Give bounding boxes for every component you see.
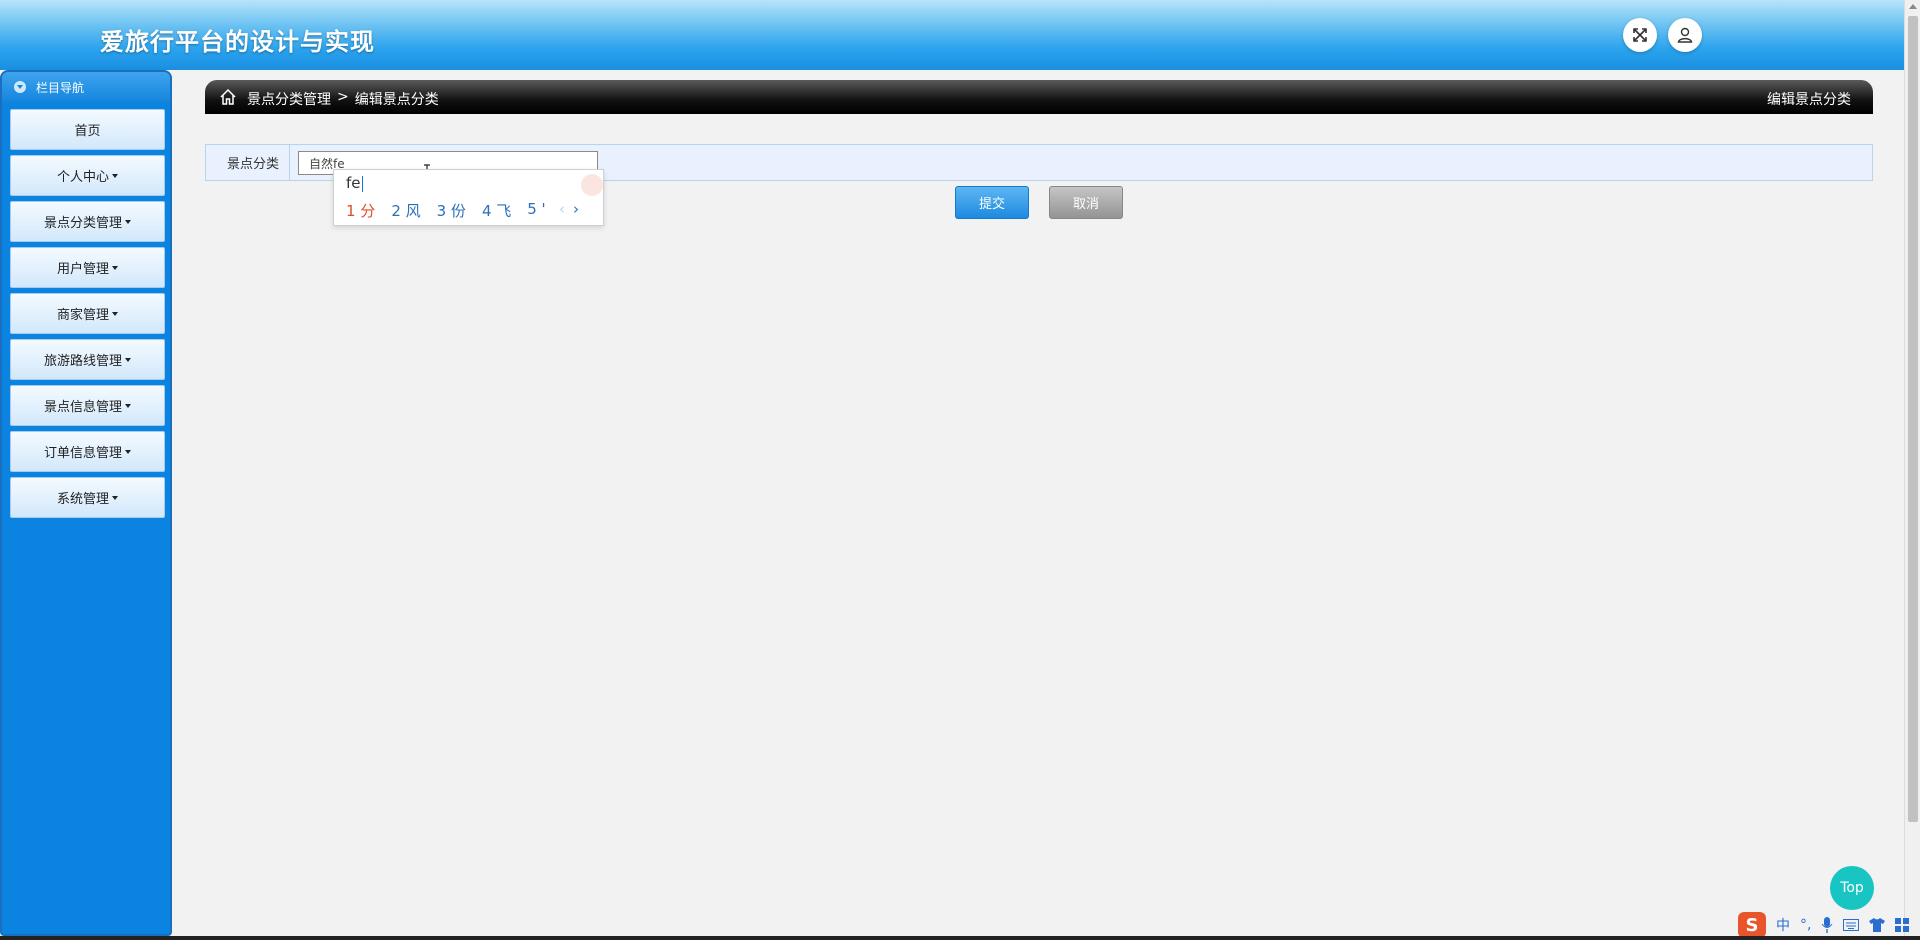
sidebar-heading-label: 栏目导航 bbox=[36, 80, 85, 95]
scrollbar-thumb[interactable] bbox=[1908, 16, 1918, 822]
sidebar-item-label: 商家管理 bbox=[56, 308, 109, 323]
home-icon[interactable] bbox=[219, 88, 237, 106]
caret-down-icon bbox=[112, 495, 118, 500]
sogou-logo-icon[interactable]: S bbox=[1738, 912, 1766, 938]
window-bottom-edge bbox=[0, 936, 1920, 940]
back-to-top-button[interactable]: Top bbox=[1830, 866, 1874, 910]
user-icon bbox=[1677, 27, 1693, 43]
fullscreen-button[interactable] bbox=[1623, 18, 1657, 52]
grid-icon[interactable] bbox=[1895, 918, 1910, 932]
breadcrumb-section[interactable]: 景点分类管理 bbox=[247, 89, 331, 109]
sidebar-item-label: 景点信息管理 bbox=[43, 400, 122, 415]
caret-down-icon bbox=[112, 265, 118, 270]
ime-candidate-popup: fe 1 分 2 风 3 份 4 飞 5 ' ‹ › bbox=[333, 169, 604, 226]
caret-down-icon bbox=[125, 357, 131, 362]
expand-arrows-icon bbox=[1633, 28, 1647, 42]
microphone-icon[interactable] bbox=[1821, 917, 1833, 933]
ime-candidate[interactable]: 2 风 bbox=[391, 200, 420, 221]
sidebar-item-personal-center[interactable]: 个人中心 bbox=[10, 155, 165, 196]
breadcrumb: 景点分类管理 > 编辑景点分类 编辑景点分类 bbox=[205, 80, 1873, 114]
ime-prev-page-icon[interactable]: ‹ bbox=[559, 200, 565, 218]
caret-down-icon bbox=[112, 173, 118, 178]
shirt-icon[interactable] bbox=[1869, 918, 1886, 932]
page-scrollbar[interactable] bbox=[1904, 0, 1920, 940]
sidebar-item-orders[interactable]: 订单信息管理 bbox=[10, 431, 165, 472]
ime-candidate[interactable]: 1 分 bbox=[346, 200, 375, 221]
page-title: 编辑景点分类 bbox=[1767, 92, 1851, 108]
sidebar-item-system[interactable]: 系统管理 bbox=[10, 477, 165, 518]
sogou-watermark-icon bbox=[581, 174, 603, 196]
ime-next-page-icon[interactable]: › bbox=[573, 200, 579, 218]
sidebar-item-home[interactable]: 首页 bbox=[10, 109, 165, 150]
sidebar-item-scenic-info[interactable]: 景点信息管理 bbox=[10, 385, 165, 426]
keyboard-icon[interactable] bbox=[1843, 919, 1860, 931]
caret-down-icon bbox=[112, 311, 118, 316]
breadcrumb-separator: > bbox=[337, 89, 349, 105]
sidebar-item-label: 订单信息管理 bbox=[43, 446, 122, 461]
sidebar-item-label: 个人中心 bbox=[56, 170, 109, 185]
breadcrumb-current: 编辑景点分类 bbox=[354, 92, 439, 108]
sidebar-item-label: 旅游路线管理 bbox=[43, 354, 122, 369]
ime-candidate[interactable]: 4 飞 bbox=[482, 200, 511, 221]
sidebar: 栏目导航 首页 个人中心 景点分类管理 用户管理 商家管理 旅游路线管理 景点信… bbox=[0, 70, 172, 936]
sidebar-item-merchants[interactable]: 商家管理 bbox=[10, 293, 165, 334]
sidebar-heading[interactable]: 栏目导航 bbox=[2, 72, 170, 102]
ime-candidate[interactable]: 5 ' bbox=[527, 200, 545, 221]
app-title: 爱旅行平台的设计与实现 bbox=[100, 28, 375, 56]
submit-button[interactable]: 提交 bbox=[955, 186, 1029, 219]
caret-down-icon bbox=[125, 403, 131, 408]
user-button[interactable] bbox=[1668, 18, 1702, 52]
collapse-icon bbox=[14, 81, 26, 93]
sidebar-item-label: 首页 bbox=[74, 124, 101, 139]
sidebar-menu: 首页 个人中心 景点分类管理 用户管理 商家管理 旅游路线管理 景点信息管理 订… bbox=[2, 102, 170, 518]
sidebar-item-routes[interactable]: 旅游路线管理 bbox=[10, 339, 165, 380]
sidebar-item-label: 景点分类管理 bbox=[43, 216, 122, 231]
sidebar-item-label: 用户管理 bbox=[56, 262, 109, 277]
ime-candidate[interactable]: 3 份 bbox=[437, 200, 466, 221]
cancel-button[interactable]: 取消 bbox=[1049, 186, 1123, 219]
category-label: 景点分类 bbox=[206, 145, 290, 180]
ime-candidate-list: 1 分 2 风 3 份 4 飞 5 ' bbox=[346, 200, 546, 221]
caret-down-icon bbox=[125, 219, 131, 224]
app-header: 爱旅行平台的设计与实现 bbox=[0, 0, 1904, 70]
sidebar-item-scenic-category[interactable]: 景点分类管理 bbox=[10, 201, 165, 242]
ime-composition: fe bbox=[346, 174, 361, 192]
ime-mode-toggle[interactable]: 中 bbox=[1776, 915, 1790, 935]
scroll-up-arrow-icon[interactable] bbox=[1909, 4, 1917, 9]
sidebar-item-users[interactable]: 用户管理 bbox=[10, 247, 165, 288]
sidebar-item-label: 系统管理 bbox=[56, 492, 109, 507]
caret-down-icon bbox=[125, 449, 131, 454]
ime-punctuation-toggle[interactable]: °, bbox=[1800, 917, 1811, 933]
